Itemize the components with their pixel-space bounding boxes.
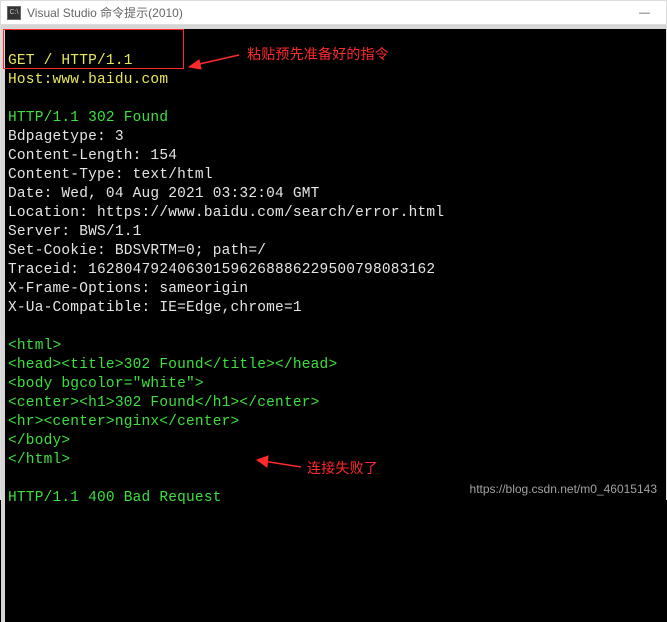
response-body-line: <center><h1>302 Found</h1></center> bbox=[8, 395, 320, 411]
window-title: Visual Studio 命令提示(2010) bbox=[27, 4, 627, 21]
annotation-bottom: 连接失败了 bbox=[307, 459, 378, 478]
annotation-top: 粘贴预先准备好的指令 bbox=[247, 45, 389, 64]
response-header: Set-Cookie: BDSVRTM=0; path=/ bbox=[8, 243, 266, 259]
response-header: Bdpagetype: 3 bbox=[8, 129, 124, 145]
window-frame: C:\ Visual Studio 命令提示(2010) — GET / HTT… bbox=[0, 0, 667, 500]
response-body-line: </body> bbox=[8, 433, 70, 449]
response-header: X-Ua-Compatible: IE=Edge,chrome=1 bbox=[8, 300, 302, 316]
bad-request-line: HTTP/1.1 400 Bad Request bbox=[8, 490, 222, 506]
watermark-text: https://blog.csdn.net/m0_46015143 bbox=[470, 482, 657, 496]
response-body-line: <hr><center>nginx</center> bbox=[8, 414, 239, 430]
response-body-line: <html> bbox=[8, 338, 61, 354]
titlebar: C:\ Visual Studio 命令提示(2010) — bbox=[1, 1, 666, 25]
response-body-line: <head><title>302 Found</title></head> bbox=[8, 357, 337, 373]
terminal-output[interactable]: GET / HTTP/1.1 Host:www.baidu.com HTTP/1… bbox=[1, 25, 666, 622]
http-request-line: GET / HTTP/1.1 bbox=[8, 53, 133, 69]
http-host-line: Host:www.baidu.com bbox=[8, 72, 168, 88]
response-header: Server: BWS/1.1 bbox=[8, 224, 142, 240]
response-body-line: </html> bbox=[8, 452, 70, 468]
window-controls: — bbox=[633, 1, 660, 25]
response-header: Location: https://www.baidu.com/search/e… bbox=[8, 205, 444, 221]
minimize-button[interactable]: — bbox=[633, 1, 656, 25]
response-header: Content-Length: 154 bbox=[8, 148, 177, 164]
arrow-icon bbox=[253, 453, 305, 473]
response-header: Traceid: 1628047924063015962688862295007… bbox=[8, 262, 435, 278]
response-body-line: <body bgcolor="white"> bbox=[8, 376, 204, 392]
arrow-icon bbox=[183, 47, 243, 71]
app-icon: C:\ bbox=[7, 6, 21, 20]
response-header: Date: Wed, 04 Aug 2021 03:32:04 GMT bbox=[8, 186, 320, 202]
response-header: Content-Type: text/html bbox=[8, 167, 213, 183]
http-status-line: HTTP/1.1 302 Found bbox=[8, 110, 168, 126]
response-header: X-Frame-Options: sameorigin bbox=[8, 281, 248, 297]
